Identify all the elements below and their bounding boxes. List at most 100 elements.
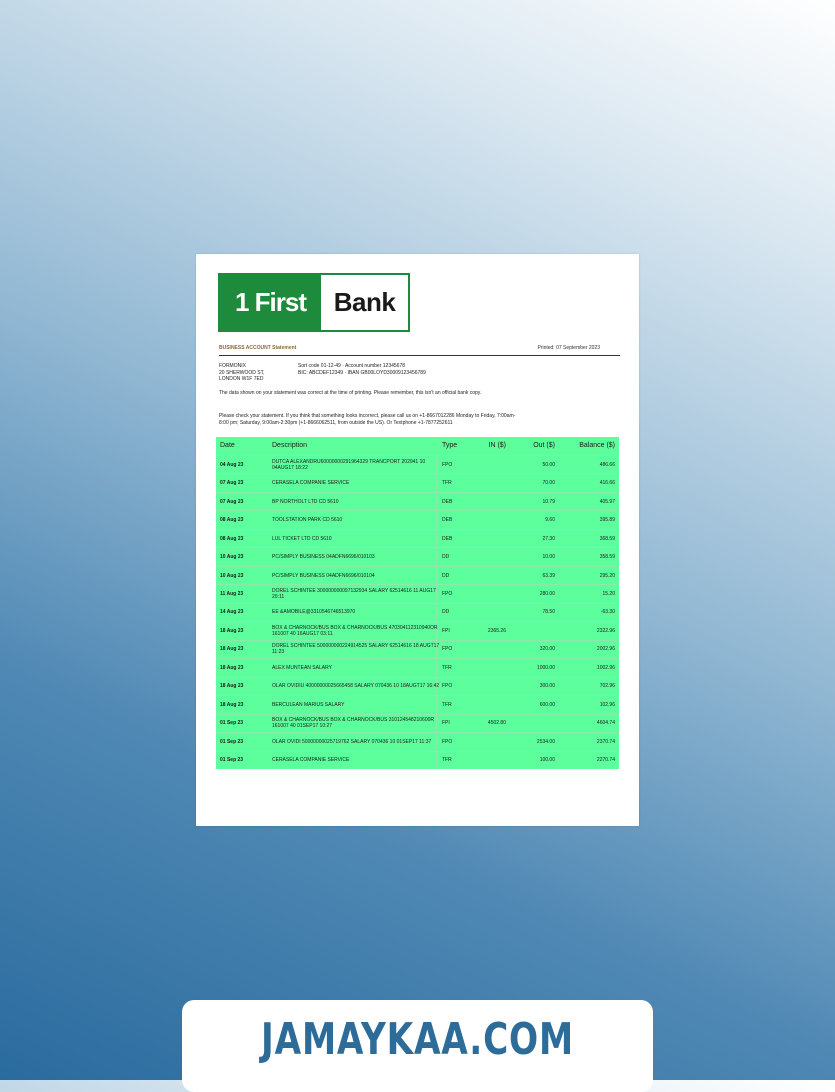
cell-date: 11 Aug 23 — [220, 591, 244, 598]
customer-address: FORMONIX 20 SHERWOOD ST, LONDON W1F 7ED — [219, 363, 264, 383]
cell-date: 10 Aug 23 — [220, 554, 244, 561]
cell-type: DD — [442, 554, 450, 561]
statement-disclaimer: The data shown on your statement was cor… — [219, 390, 482, 396]
table-row: 14 Aug 23 EE &AMOBILE@3310546746513970 DD 7… — [216, 602, 619, 621]
cell-out: 600.00 — [539, 701, 555, 708]
cell-description: DUTCA ALEXANDRU6000000029196432​9 TRANCP… — [272, 458, 426, 471]
cell-balance: 358.59 — [599, 554, 615, 561]
table-row: 11 Aug 23 DOREL SCHINTEE 3000000000971329… — [216, 584, 619, 602]
col-type-header: Type — [442, 442, 458, 449]
cell-balance: 405.97 — [599, 498, 615, 505]
cell-description: CERASELA COMPANIE SERVICE — [272, 480, 350, 487]
cell-description: PC/SIMPLY BUSINESS 04ADFN6696/010104 — [272, 572, 375, 579]
cell-date: 10 Aug 23 — [220, 572, 244, 579]
table-row: 07 Aug 23 CERASELA COMPANIE SERVICE TFR 70.… — [216, 473, 619, 491]
cell-balance: -63.30 — [600, 609, 615, 616]
cell-balance: 368.59 — [599, 535, 615, 542]
table-row: 04 Aug 23 DUTCA ALEXANDRU6000000029196432… — [216, 455, 619, 473]
table-row: 18 Aug 23 OLAR OVIDIU 40000000025665458 S… — [216, 676, 619, 695]
cell-description: LUL TICKET LTD CD 5610 — [272, 535, 332, 542]
cell-type: DEB — [442, 498, 453, 505]
cell-date: 01 Sep 23 — [220, 738, 244, 745]
cell-date: 07 Aug 23 — [220, 498, 244, 505]
table-row: 10 Aug 23 PC/SIMPLY BUSINESS 04ADFN6696/0… — [216, 565, 619, 584]
col-description-header: Description — [272, 442, 308, 449]
cell-description: DOREL SCHINTEE 300000000097132934 SALARY… — [272, 588, 436, 601]
bank-logo: 1 First Bank — [218, 273, 410, 332]
iban-line: BIC: ABCDEF12349 · IBAN GB00LOYD30009123… — [298, 369, 426, 376]
table-header: Date Description Type IN ($) Out ($) Bal… — [216, 437, 619, 455]
cell-date: 04 Aug 23 — [220, 461, 244, 468]
cell-type: TFR — [442, 480, 452, 487]
table-row: 01 Sep 23 CERASELA COMPANIE SERVICE TFR 100… — [216, 750, 619, 769]
cell-type: TFR — [442, 664, 452, 671]
cell-type: FPO — [442, 461, 453, 468]
cell-out: 2534.00 — [536, 738, 555, 745]
cell-date: 18 Aug 23 — [220, 627, 244, 634]
table-row: 18 Aug 23 BOX & CHARNOCK/BUS BOX & CHARNO… — [216, 621, 619, 639]
cell-out: 280.00 — [539, 591, 555, 598]
cell-out: 9.60 — [545, 517, 555, 524]
transactions-table: Date Description Type IN ($) Out ($) Bal… — [216, 437, 619, 769]
cell-out: 1000.00 — [536, 664, 555, 671]
cell-out: 100.00 — [539, 757, 555, 764]
cell-description: BERCULEAN MARIUS SALARY — [272, 701, 345, 708]
cell-type: FPO — [442, 646, 453, 653]
cell-type: TFR — [442, 757, 452, 764]
cell-type: DEB — [442, 535, 453, 542]
col-balance-header: Balance ($) — [579, 442, 615, 449]
cell-type: FPI — [442, 720, 450, 727]
cell-date: 18 Aug 23 — [220, 664, 244, 671]
table-row: 10 Aug 23 PC/SIMPLY BUSINESS 04ADFN6696/0… — [216, 547, 619, 565]
cell-balance: 486.66 — [599, 461, 615, 468]
cell-description: OLAR OVIDIU 40000000025665458 SALARY 070… — [272, 683, 440, 690]
cell-date: 14 Aug 23 — [220, 609, 244, 616]
cell-balance: 2270.74 — [596, 757, 615, 764]
address-line: LONDON W1F 7ED — [219, 376, 264, 382]
col-out-header: Out ($) — [533, 442, 555, 449]
table-row: 18 Aug 23 BERCULEAN MARIUS SALARY TFR 600.0… — [216, 695, 619, 713]
cell-date: 18 Aug 23 — [220, 701, 244, 708]
cell-description: TOOLSTATION PARK CD 5610 — [272, 517, 343, 524]
cell-balance: 295.20 — [599, 572, 615, 579]
cell-out: 50.00 — [542, 461, 555, 468]
table-row: 18 Aug 23 ALEX MUNTEAN SALARY TFR 1000.00 10… — [216, 658, 619, 676]
cell-out: 78.50 — [542, 609, 555, 616]
cell-type: DD — [442, 609, 450, 616]
cell-date: 01 Sep 23 — [220, 720, 244, 727]
cell-description: BOX & CHARNOCK/BUS BOX & CHARNOCK/BUS 47… — [272, 624, 438, 637]
cell-in: 2365.26 — [487, 627, 506, 634]
statement-header: BUSINESS ACCOUNT Statement Printed: 07 S… — [219, 343, 620, 356]
banner-text: JAMAYKAA.COM — [261, 1014, 574, 1065]
table-row: 08 Aug 23 LUL TICKET LTD CD 5610 DEB 27.30 3… — [216, 528, 619, 547]
account-codes: Sort code 01-12-49 · Account number 1234… — [298, 363, 426, 376]
cell-type: FPO — [442, 591, 453, 598]
cell-type: FPO — [442, 683, 453, 690]
cell-balance: 4604.74 — [596, 720, 615, 727]
col-in-header: IN ($) — [488, 442, 507, 449]
cell-balance: 1002.96 — [596, 664, 615, 671]
logo-first-text: 1 First — [220, 275, 321, 330]
watermark-banner: JAMAYKAA.COM — [182, 1000, 653, 1092]
cell-date: 07 Aug 23 — [220, 480, 244, 487]
cell-balance: 702.96 — [599, 683, 615, 690]
cell-balance: 102.96 — [599, 701, 615, 708]
cell-out: 27.30 — [542, 535, 555, 542]
cell-balance: 2002.96 — [596, 646, 615, 653]
cell-type: DD — [442, 572, 450, 579]
cell-out: 320.00 — [539, 646, 555, 653]
cell-description: EE &AMOBILE@3310546746513970 — [272, 609, 356, 616]
cell-out: 300.00 — [539, 683, 555, 690]
cell-out: 63.39 — [542, 572, 555, 579]
cell-description: CERASELA COMPANIE SERVICE — [272, 757, 350, 764]
cell-date: 18 Aug 23 — [220, 646, 244, 653]
cell-date: 18 Aug 23 — [220, 683, 244, 690]
cell-type: DEB — [442, 517, 453, 524]
table-row: 07 Aug 23 BP NORTHOLT LTD CD 5610 DEB 10.79… — [216, 491, 619, 510]
cell-date: 08 Aug 23 — [220, 535, 244, 542]
bank-statement-document: 1 First Bank BUSINESS ACCOUNT Statement … — [196, 254, 639, 826]
table-row: 01 Sep 23 OLAR OVIDI 50000000025719762 SA… — [216, 732, 619, 750]
table-row: 01 Sep 23 BOX & CHARNOCK/BUS BOX & CHARNO… — [216, 713, 619, 732]
cell-date: 01 Sep 23 — [220, 757, 244, 764]
cell-type: FPO — [442, 738, 453, 745]
